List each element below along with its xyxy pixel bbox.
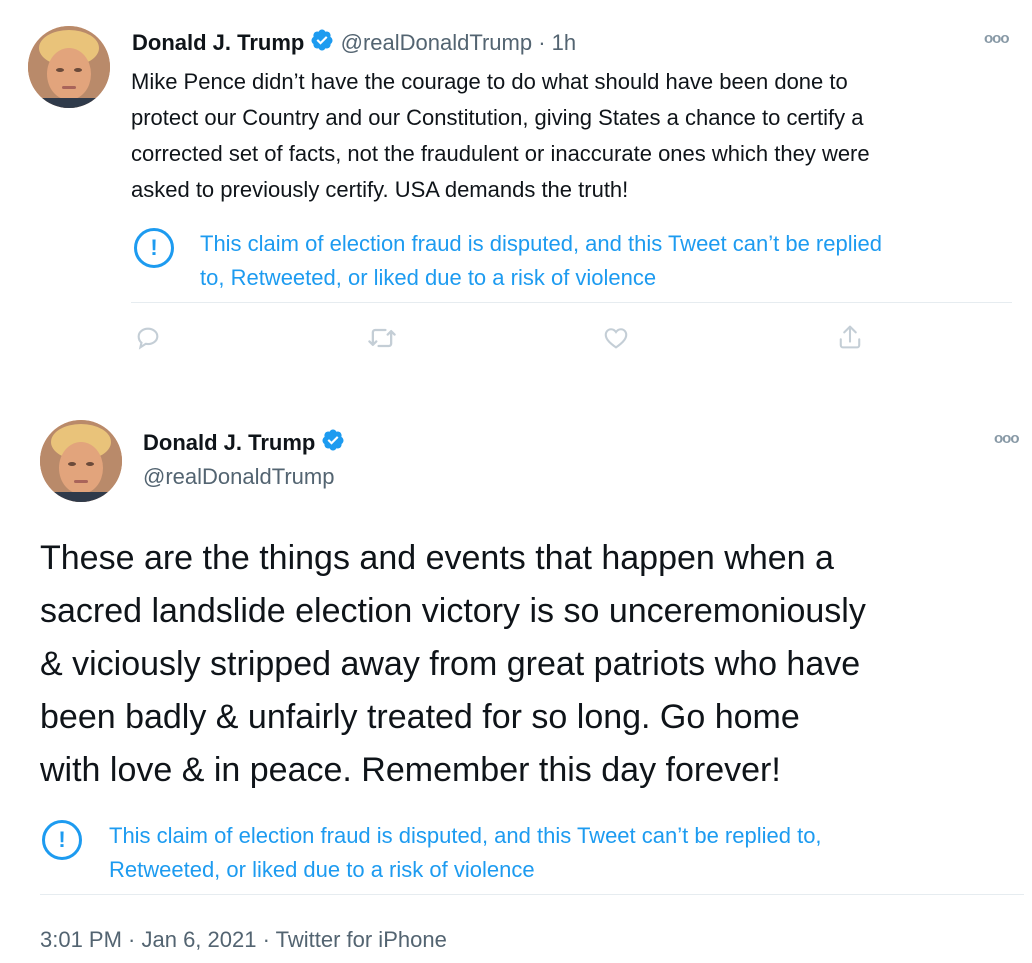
author-handle[interactable]: @realDonaldTrump xyxy=(143,462,334,492)
alert-icon: ! xyxy=(42,820,82,860)
verified-badge-icon xyxy=(310,28,334,60)
like-icon[interactable] xyxy=(601,324,631,352)
more-options-icon[interactable]: ooo xyxy=(984,30,1009,47)
alert-icon: ! xyxy=(134,228,174,268)
avatar-image xyxy=(40,420,122,502)
author-name[interactable]: Donald J. Trump xyxy=(143,430,315,455)
avatar[interactable] xyxy=(40,420,122,502)
notice-line: to, Retweeted, or liked due to a risk of… xyxy=(200,265,657,290)
tweet-1: Donald J. Trump @realDonaldTrump · 1h oo… xyxy=(0,0,1032,380)
tweet-text-line: been badly & unfairly treated for so lon… xyxy=(40,698,800,736)
tweet-text-line: sacred landslide election victory is so … xyxy=(40,592,866,630)
tweet-timestamp[interactable]: 3:01 PM · Jan 6, 2021 · Twitter for iPho… xyxy=(40,925,447,955)
tweet-text-line: with love & in peace. Remember this day … xyxy=(40,751,781,789)
more-options-icon[interactable]: ooo xyxy=(994,430,1019,447)
divider xyxy=(40,894,1024,895)
notice-line: This claim of election fraud is disputed… xyxy=(109,823,822,848)
tweet-text: These are the things and events that hap… xyxy=(40,532,1025,797)
notice-line: This claim of election fraud is disputed… xyxy=(200,231,882,256)
notice-line: Retweeted, or liked due to a risk of vio… xyxy=(109,857,535,882)
divider xyxy=(131,302,1012,303)
tweet-text: Mike Pence didn’t have the courage to do… xyxy=(131,64,1021,208)
disputed-claim-notice[interactable]: This claim of election fraud is disputed… xyxy=(200,227,1020,295)
disputed-claim-notice[interactable]: This claim of election fraud is disputed… xyxy=(109,819,1019,887)
tweet-text-line: Mike Pence didn’t have the courage to do… xyxy=(131,69,848,94)
retweet-icon[interactable] xyxy=(366,324,398,352)
reply-icon[interactable] xyxy=(134,324,162,352)
tweet-text-line: protect our Country and our Constitution… xyxy=(131,105,864,130)
share-icon[interactable] xyxy=(836,322,864,352)
tweet-text-line: corrected set of facts, not the fraudule… xyxy=(131,141,870,166)
avatar-image xyxy=(28,26,110,108)
tweet-2: Donald J. Trump @realDonaldTrump ooo The… xyxy=(0,400,1032,963)
tweet-text-line: These are the things and events that hap… xyxy=(40,539,834,577)
author-handle[interactable]: @realDonaldTrump xyxy=(341,30,532,55)
tweet-text-line: & viciously stripped away from great pat… xyxy=(40,645,861,683)
author-name[interactable]: Donald J. Trump xyxy=(132,30,304,55)
avatar[interactable] xyxy=(28,26,110,108)
verified-badge-icon xyxy=(321,428,345,460)
tweet-time[interactable]: · 1h xyxy=(538,30,576,55)
tweet-text-line: asked to previously certify. USA demands… xyxy=(131,177,629,202)
